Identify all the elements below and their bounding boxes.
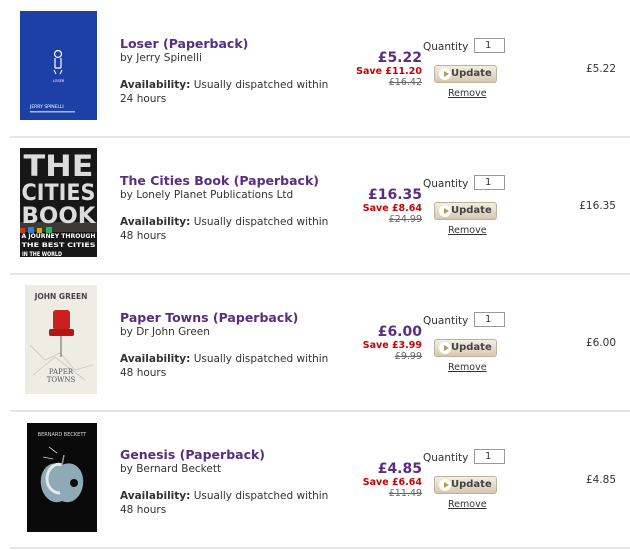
book-cover-art-icon: JOHN GREEN PAPER TOWNS xyxy=(25,285,97,394)
quantity-label: Quantity xyxy=(423,178,469,190)
book-title-link[interactable]: Genesis (Paperback) xyxy=(120,447,265,462)
update-label: Update xyxy=(451,205,492,216)
update-button[interactable]: Update xyxy=(434,339,497,357)
quantity-input[interactable] xyxy=(474,449,505,464)
item-divider xyxy=(10,547,630,549)
cart-item: THE CITIES BOOK A JOURNEY THROUGH THE BE… xyxy=(0,137,630,274)
cart-item: BERNARD BECKETT Genesis (Paperback) by B… xyxy=(0,411,630,548)
original-price: £16.42 xyxy=(388,77,422,88)
update-label: Update xyxy=(451,342,492,353)
book-author: by Dr John Green xyxy=(120,326,210,338)
book-cover-image[interactable]: BERNARD BECKETT xyxy=(27,423,97,532)
svg-text:THE BEST CITIES: THE BEST CITIES xyxy=(22,241,96,249)
cover-title-text: LOSER xyxy=(53,79,65,83)
cover-title-line: BOOK xyxy=(22,204,97,229)
book-cover-art-icon: THE CITIES BOOK A JOURNEY THROUGH THE BE… xyxy=(20,148,97,257)
update-button[interactable]: Update xyxy=(434,476,497,494)
availability-label: Availability: xyxy=(120,490,191,502)
line-total: £16.35 xyxy=(579,200,616,212)
quantity-label: Quantity xyxy=(423,41,469,53)
quantity-input[interactable] xyxy=(474,312,505,327)
quantity-input[interactable] xyxy=(474,175,505,190)
original-price: £24.99 xyxy=(388,214,422,225)
cart-item: JOHN GREEN PAPER TOWNS Paper Towns (Pape… xyxy=(0,274,630,411)
book-cover-image[interactable]: JOHN GREEN PAPER TOWNS xyxy=(25,285,97,394)
update-label: Update xyxy=(451,479,492,490)
arrow-right-icon xyxy=(439,479,451,491)
book-title-link[interactable]: The Cities Book (Paperback) xyxy=(120,173,319,188)
line-total: £6.00 xyxy=(585,337,616,349)
saving-amount: Save £3.99 xyxy=(362,340,422,351)
cover-title-line: THE xyxy=(24,149,94,183)
availability-label: Availability: xyxy=(120,79,191,91)
cover-title-line: CITIES xyxy=(22,181,96,206)
arrow-right-icon xyxy=(439,205,451,217)
book-cover-image[interactable]: LOSER JERRY SPINELLI xyxy=(20,11,97,120)
book-author: by Lonely Planet Publications Ltd xyxy=(120,189,294,201)
book-title-link[interactable]: Loser (Paperback) xyxy=(120,36,248,51)
book-price: £6.00 xyxy=(377,324,422,340)
original-price: £9.99 xyxy=(394,351,422,362)
book-price: £16.35 xyxy=(367,187,422,203)
cover-author-text: BERNARD BECKETT xyxy=(38,432,88,438)
quantity-label: Quantity xyxy=(423,452,469,464)
cart-item: LOSER JERRY SPINELLI Loser (Paperback) b… xyxy=(0,0,630,137)
line-total: £4.85 xyxy=(585,474,616,486)
saving-amount: Save £6.64 xyxy=(362,477,422,488)
book-author: by Bernard Beckett xyxy=(120,463,222,475)
quantity-label: Quantity xyxy=(423,315,469,327)
availability-label: Availability: xyxy=(120,216,191,228)
remove-link[interactable]: Remove xyxy=(448,362,487,373)
remove-link[interactable]: Remove xyxy=(448,225,487,236)
availability-text: Availability: Usually dispatched within … xyxy=(120,352,330,380)
remove-link[interactable]: Remove xyxy=(448,88,487,99)
book-cover-art-icon: BERNARD BECKETT xyxy=(27,423,97,530)
book-price: £4.85 xyxy=(377,461,422,477)
remove-link[interactable]: Remove xyxy=(448,499,487,510)
update-button[interactable]: Update xyxy=(434,65,497,83)
svg-text:A JOURNEY THROUGH: A JOURNEY THROUGH xyxy=(22,232,96,240)
availability-text: Availability: Usually dispatched within … xyxy=(120,215,330,243)
arrow-right-icon xyxy=(439,68,451,80)
quantity-input[interactable] xyxy=(474,38,505,53)
book-title-link[interactable]: Paper Towns (Paperback) xyxy=(120,310,298,325)
arrow-right-icon xyxy=(439,342,451,354)
original-price: £11.49 xyxy=(388,488,422,499)
line-total: £5.22 xyxy=(585,63,616,75)
update-label: Update xyxy=(451,68,492,79)
availability-label: Availability: xyxy=(120,353,191,365)
cover-author-text: JOHN GREEN xyxy=(34,292,88,301)
cover-author-text: JERRY SPINELLI xyxy=(29,104,64,110)
svg-text:PAPER: PAPER xyxy=(49,368,74,376)
book-cover-image[interactable]: THE CITIES BOOK A JOURNEY THROUGH THE BE… xyxy=(20,148,97,257)
book-cover-art-icon: LOSER JERRY SPINELLI xyxy=(20,11,97,120)
book-price: £5.22 xyxy=(377,50,422,66)
update-button[interactable]: Update xyxy=(434,202,497,220)
svg-text:IN THE WORLD: IN THE WORLD xyxy=(22,250,62,257)
availability-text: Availability: Usually dispatched within … xyxy=(120,78,330,106)
svg-text:TOWNS: TOWNS xyxy=(47,376,76,384)
saving-amount: Save £8.64 xyxy=(362,203,422,214)
book-author: by Jerry Spinelli xyxy=(120,52,202,64)
availability-text: Availability: Usually dispatched within … xyxy=(120,489,330,517)
saving-amount: Save £11.20 xyxy=(356,66,422,77)
